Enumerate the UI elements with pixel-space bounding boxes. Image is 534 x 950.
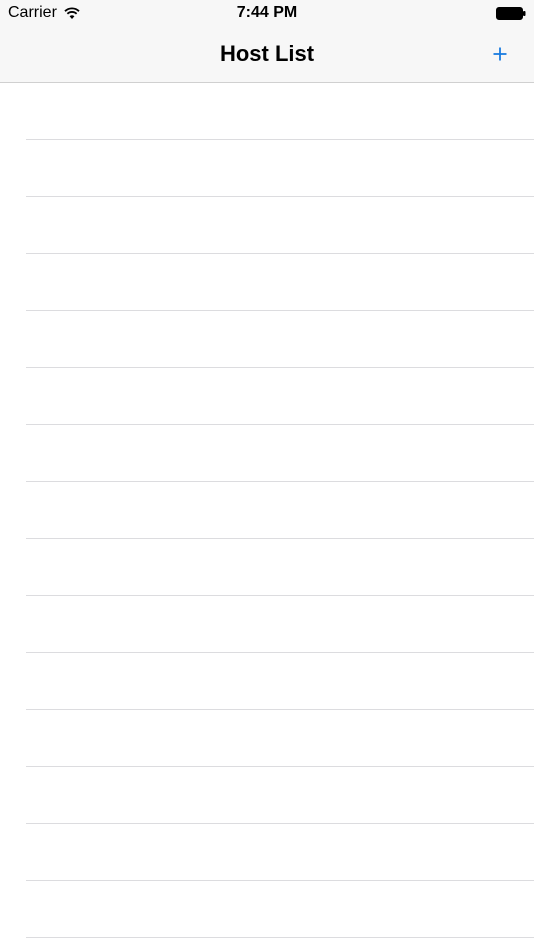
list-item[interactable]	[26, 425, 534, 482]
host-list-screen: Carrier 7:44 PM Host List	[0, 0, 534, 950]
list-item[interactable]	[26, 140, 534, 197]
plus-icon	[493, 47, 507, 61]
list-item[interactable]	[26, 311, 534, 368]
list-item[interactable]	[26, 767, 534, 824]
page-title: Host List	[219, 41, 315, 66]
list-item[interactable]	[26, 197, 534, 254]
list-item[interactable]	[26, 368, 534, 425]
list-item[interactable]	[26, 653, 534, 710]
list-item[interactable]	[26, 254, 534, 311]
add-host-button[interactable]	[486, 40, 514, 68]
list-item[interactable]	[26, 881, 534, 938]
list-item[interactable]	[26, 539, 534, 596]
status-time: 7:44 PM	[236, 4, 298, 21]
top-bar: Carrier 7:44 PM Host List	[0, 0, 534, 83]
navigation-bar: Host List	[0, 28, 534, 82]
status-bar: Carrier 7:44 PM	[0, 0, 534, 28]
list-item[interactable]	[26, 596, 534, 653]
list-item[interactable]	[26, 824, 534, 881]
list-item[interactable]	[26, 710, 534, 767]
list-item[interactable]	[26, 482, 534, 539]
list-item[interactable]	[26, 83, 534, 140]
host-list	[0, 83, 534, 950]
battery-icon	[496, 7, 526, 20]
